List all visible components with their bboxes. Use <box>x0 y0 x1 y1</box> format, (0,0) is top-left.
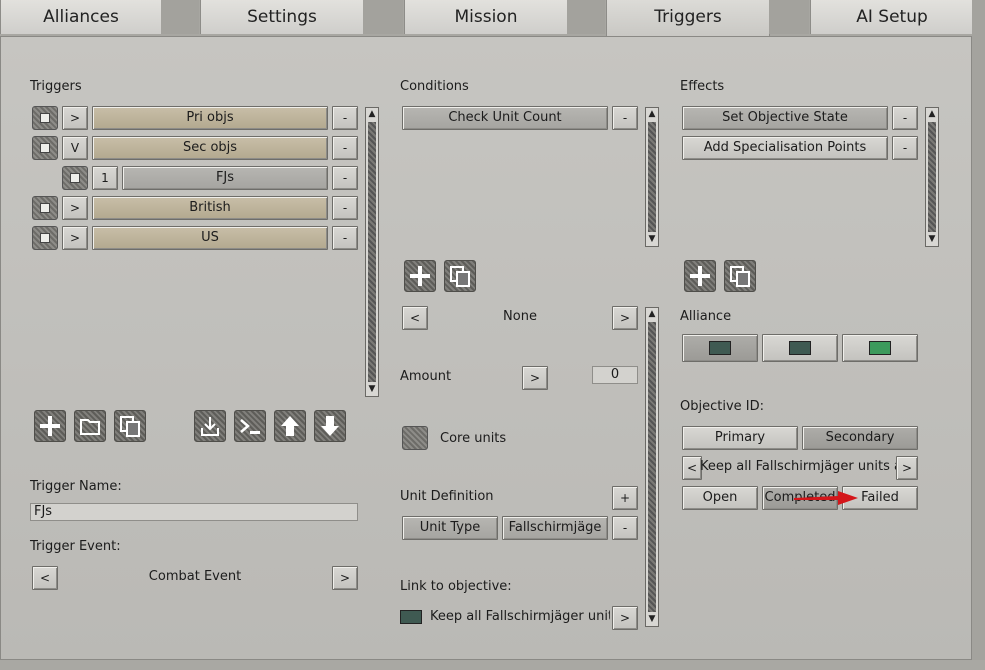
link-objective-color-swatch <box>400 610 422 624</box>
tab-triggers[interactable]: Triggers <box>606 0 770 36</box>
plus-icon <box>690 266 710 286</box>
unit-type-value[interactable]: Fallschirmjäge <box>502 516 608 540</box>
amount-label: Amount <box>400 369 452 384</box>
effects-header: Effects <box>680 79 725 94</box>
effect-item-set-objective-state[interactable]: Set Objective State <box>682 106 888 130</box>
trigger-item-sec-objs[interactable]: Sec objs <box>92 136 328 160</box>
condition-remove-button[interactable]: - <box>612 106 638 130</box>
condition-details-scrollbar[interactable]: ▲ ▼ <box>645 307 659 627</box>
trigger-remove-button[interactable]: - <box>332 196 358 220</box>
copy-icon <box>450 266 470 287</box>
tab-ai-setup[interactable]: AI Setup <box>810 0 974 34</box>
objective-prev-button[interactable]: < <box>682 456 702 480</box>
trigger-event-value: Combat Event <box>148 569 242 584</box>
condition-selector-next-button[interactable]: > <box>612 306 638 330</box>
trigger-item-pri-objs[interactable]: Pri objs <box>92 106 328 130</box>
condition-selector-value: None <box>503 309 537 324</box>
red-arrow-annotation <box>794 491 858 505</box>
trigger-event-next-button[interactable]: > <box>332 566 358 590</box>
plus-icon <box>410 266 430 286</box>
tab-bar: Alliances Settings Mission Triggers AI S… <box>0 0 985 36</box>
link-objective-next-button[interactable]: > <box>612 606 638 630</box>
trigger-collapse-button[interactable]: V <box>62 136 88 160</box>
alliance-option-1[interactable] <box>682 334 758 362</box>
trigger-index-badge: 1 <box>92 166 118 190</box>
trigger-remove-button[interactable]: - <box>332 226 358 250</box>
duplicate-condition-button[interactable] <box>444 260 476 292</box>
trigger-item-us[interactable]: US <box>92 226 328 250</box>
trigger-checkbox-pri-objs[interactable] <box>32 106 58 130</box>
triggers-header: Triggers <box>30 79 82 94</box>
effect-remove-button[interactable]: - <box>892 106 918 130</box>
trigger-remove-button[interactable]: - <box>332 136 358 160</box>
trigger-expand-button[interactable]: > <box>62 196 88 220</box>
remove-unit-definition-button[interactable]: - <box>612 516 638 540</box>
effect-item-add-specialisation-points[interactable]: Add Specialisation Points <box>682 136 888 160</box>
objective-next-button[interactable]: > <box>896 456 918 480</box>
objective-id-label: Objective ID: <box>680 399 764 414</box>
copy-icon <box>120 416 140 437</box>
add-unit-definition-button[interactable]: + <box>612 486 638 510</box>
copy-icon <box>730 266 750 287</box>
trigger-checkbox-sec-objs[interactable] <box>32 136 58 160</box>
unit-type-button[interactable]: Unit Type <box>402 516 498 540</box>
link-to-objective-label: Link to objective: <box>400 579 512 594</box>
trigger-checkbox-british[interactable] <box>32 196 58 220</box>
duplicate-effect-button[interactable] <box>724 260 756 292</box>
duplicate-trigger-button[interactable] <box>114 410 146 442</box>
secondary-button[interactable]: Secondary <box>802 426 918 450</box>
tab-settings[interactable]: Settings <box>200 0 364 34</box>
triggers-scrollbar[interactable]: ▲ ▼ <box>365 107 379 397</box>
trigger-item-fjs[interactable]: FJs <box>122 166 328 190</box>
core-units-label: Core units <box>440 431 507 446</box>
arrow-down-icon <box>321 416 339 436</box>
arrow-up-icon <box>281 416 299 436</box>
alliance-label: Alliance <box>680 309 732 324</box>
amount-input[interactable]: 0 <box>592 366 638 384</box>
tab-mission[interactable]: Mission <box>404 0 568 34</box>
state-open-button[interactable]: Open <box>682 486 758 510</box>
console-button[interactable] <box>234 410 266 442</box>
move-up-button[interactable] <box>274 410 306 442</box>
amount-increase-button[interactable]: > <box>522 366 548 390</box>
move-down-button[interactable] <box>314 410 346 442</box>
conditions-scrollbar[interactable]: ▲ ▼ <box>645 107 659 247</box>
add-trigger-button[interactable] <box>34 410 66 442</box>
import-trigger-button[interactable] <box>194 410 226 442</box>
add-condition-button[interactable] <box>404 260 436 292</box>
link-objective-value: Keep all Fallschirmjäger units alive <box>430 609 610 624</box>
trigger-item-british[interactable]: British <box>92 196 328 220</box>
alliance-option-3[interactable] <box>842 334 918 362</box>
add-folder-button[interactable] <box>74 410 106 442</box>
condition-item-check-unit-count[interactable]: Check Unit Count <box>402 106 608 130</box>
folder-icon <box>80 419 100 435</box>
condition-selector-prev-button[interactable]: < <box>402 306 428 330</box>
trigger-checkbox-us[interactable] <box>32 226 58 250</box>
trigger-expand-button[interactable]: > <box>62 226 88 250</box>
terminal-icon <box>240 419 260 434</box>
add-effect-button[interactable] <box>684 260 716 292</box>
effect-remove-button[interactable]: - <box>892 136 918 160</box>
plus-icon <box>40 416 60 436</box>
conditions-header: Conditions <box>400 79 469 94</box>
alliance-color-swatch <box>709 341 731 355</box>
unit-definition-label: Unit Definition <box>400 489 494 504</box>
trigger-expand-button[interactable]: > <box>62 106 88 130</box>
trigger-event-prev-button[interactable]: < <box>32 566 58 590</box>
trigger-remove-button[interactable]: - <box>332 166 358 190</box>
objective-value: Keep all Fallschirmjäger units alive <box>700 459 896 474</box>
core-units-checkbox[interactable] <box>402 426 428 450</box>
alliance-color-swatch <box>869 341 891 355</box>
alliance-color-swatch <box>789 341 811 355</box>
tab-alliances[interactable]: Alliances <box>0 0 162 34</box>
trigger-name-label: Trigger Name: <box>30 479 122 494</box>
download-icon <box>201 417 219 436</box>
primary-button[interactable]: Primary <box>682 426 798 450</box>
effects-scrollbar[interactable]: ▲ ▼ <box>925 107 939 247</box>
trigger-event-label: Trigger Event: <box>30 539 121 554</box>
alliance-option-2[interactable] <box>762 334 838 362</box>
trigger-name-input[interactable]: FJs <box>30 503 358 521</box>
trigger-checkbox-fjs[interactable] <box>62 166 88 190</box>
trigger-remove-button[interactable]: - <box>332 106 358 130</box>
